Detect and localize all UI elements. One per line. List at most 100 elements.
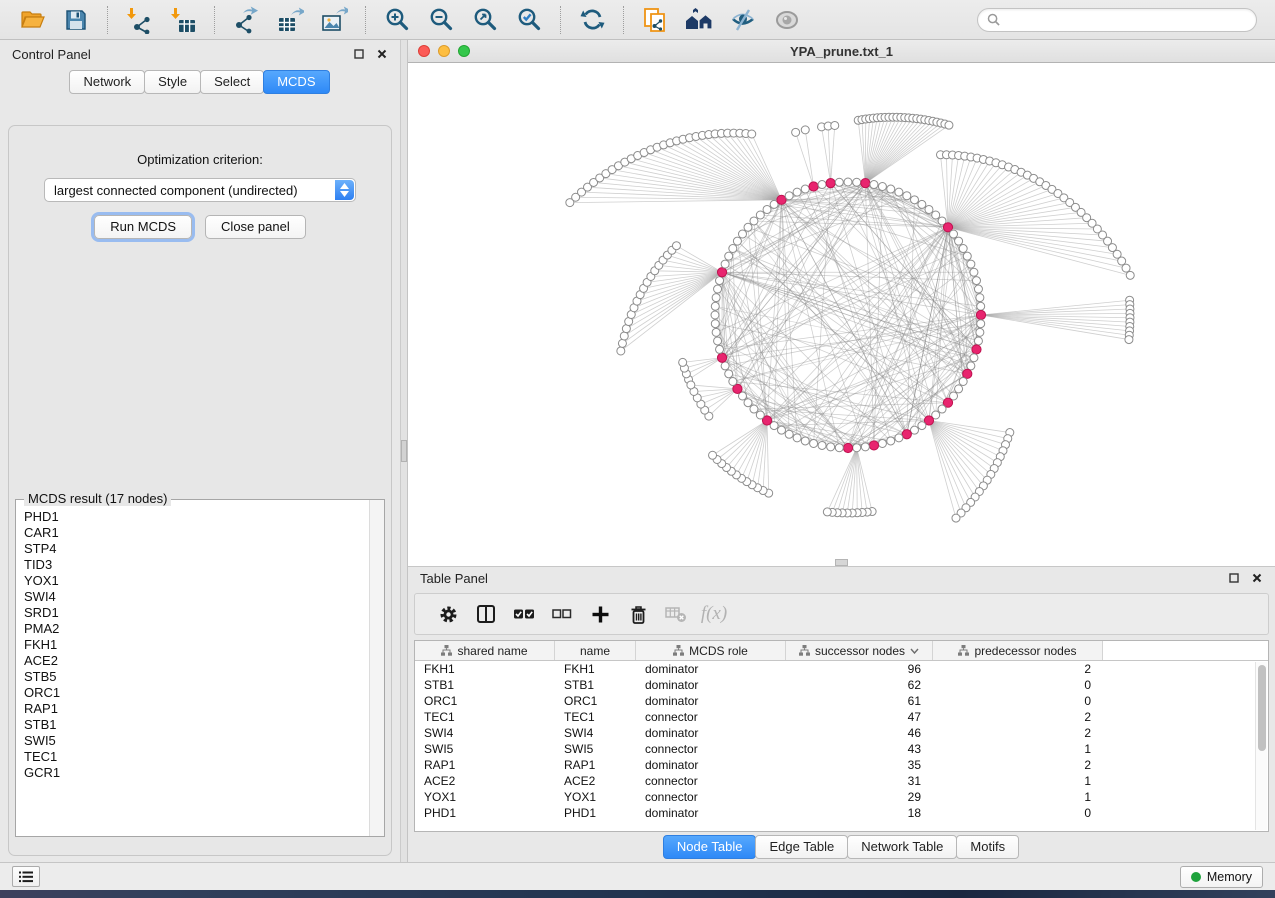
mcds-result-item[interactable]: TID3 [24, 557, 369, 573]
network-node[interactable] [801, 126, 809, 134]
table-cell[interactable]: PHD1 [555, 806, 636, 820]
table-row[interactable]: YOX1YOX1connector291 [415, 789, 1268, 805]
network-node[interactable] [679, 358, 687, 366]
network-hub-node[interactable] [963, 369, 972, 378]
close-panel-button[interactable]: Close panel [205, 215, 306, 239]
delete-column-button[interactable] [619, 597, 657, 631]
network-node[interactable] [952, 514, 960, 522]
network-node[interactable] [716, 277, 724, 285]
network-hub-node[interactable] [717, 268, 726, 277]
network-node[interactable] [959, 378, 967, 386]
table-cell[interactable]: dominator [636, 662, 786, 676]
mcds-result-item[interactable]: RAP1 [24, 701, 369, 717]
deselect-all-columns-button[interactable] [543, 597, 581, 631]
table-row[interactable]: TEC1TEC1connector472 [415, 709, 1268, 725]
network-hub-node[interactable] [826, 179, 835, 188]
network-node[interactable] [861, 443, 869, 451]
function-builder-button[interactable]: f(x) [695, 597, 733, 631]
network-node[interactable] [785, 192, 793, 200]
network-node[interactable] [844, 178, 852, 186]
network-node[interactable] [711, 302, 719, 310]
column-header-name[interactable]: name [555, 641, 636, 660]
tab-node-table[interactable]: Node Table [663, 835, 757, 859]
table-cell[interactable]: SWI4 [415, 726, 555, 740]
network-node[interactable] [918, 200, 926, 208]
table-cell[interactable]: 2 [933, 662, 1103, 676]
network-node[interactable] [925, 205, 933, 213]
network-node[interactable] [748, 130, 756, 138]
network-node[interactable] [818, 181, 826, 189]
mcds-result-item[interactable]: ACE2 [24, 653, 369, 669]
table-row[interactable]: PHD1PHD1dominator180 [415, 805, 1268, 821]
show-all-button[interactable] [682, 4, 716, 36]
vertical-splitter[interactable] [400, 40, 408, 862]
table-scrollbar[interactable] [1255, 662, 1267, 830]
tab-edge-table[interactable]: Edge Table [755, 835, 848, 859]
network-node[interactable] [721, 362, 729, 370]
network-node[interactable] [938, 405, 946, 413]
table-cell[interactable]: SWI5 [555, 742, 636, 756]
network-node[interactable] [810, 439, 818, 447]
hide-selected-button[interactable] [726, 4, 760, 36]
network-node[interactable] [1126, 271, 1134, 279]
run-mcds-button[interactable]: Run MCDS [94, 215, 192, 239]
network-node[interactable] [970, 268, 978, 276]
network-node[interactable] [801, 437, 809, 445]
table-cell[interactable]: 18 [786, 806, 933, 820]
table-row[interactable]: SWI4SWI4dominator462 [415, 725, 1268, 741]
import-network-button[interactable] [122, 4, 156, 36]
network-node[interactable] [793, 434, 801, 442]
network-node[interactable] [976, 294, 984, 302]
close-window-button[interactable] [418, 45, 430, 57]
network-node[interactable] [763, 205, 771, 213]
network-node[interactable] [974, 337, 982, 345]
table-cell[interactable]: ACE2 [555, 774, 636, 788]
table-cell[interactable]: TEC1 [555, 710, 636, 724]
network-hub-node[interactable] [861, 179, 870, 188]
refresh-button[interactable] [575, 4, 609, 36]
table-cell[interactable]: 46 [786, 726, 933, 740]
column-header-mcds-role[interactable]: MCDS role [636, 641, 786, 660]
network-node[interactable] [750, 217, 758, 225]
network-hub-node[interactable] [869, 441, 878, 450]
network-node[interactable] [827, 443, 835, 451]
table-cell[interactable]: RAP1 [415, 758, 555, 772]
network-node[interactable] [878, 183, 886, 191]
mcds-result-item[interactable]: PHD1 [24, 509, 369, 525]
table-row[interactable]: SWI5SWI5connector431 [415, 741, 1268, 757]
memory-button[interactable]: Memory [1180, 866, 1263, 888]
tab-network-table[interactable]: Network Table [847, 835, 957, 859]
network-hub-node[interactable] [902, 430, 911, 439]
network-node[interactable] [818, 441, 826, 449]
network-node[interactable] [870, 181, 878, 189]
network-node[interactable] [972, 277, 980, 285]
show-columns-button[interactable] [467, 597, 505, 631]
network-node[interactable] [714, 285, 722, 293]
search-input[interactable] [1006, 13, 1247, 27]
table-cell[interactable]: 2 [933, 758, 1103, 772]
close-panel-icon[interactable] [376, 48, 388, 60]
table-cell[interactable]: YOX1 [555, 790, 636, 804]
mcds-result-item[interactable]: GCR1 [24, 765, 369, 781]
horizontal-splitter-grip[interactable] [835, 559, 848, 566]
task-history-button[interactable] [12, 866, 40, 887]
network-node[interactable] [687, 381, 695, 389]
table-cell[interactable]: dominator [636, 806, 786, 820]
table-cell[interactable]: 1 [933, 742, 1103, 756]
table-cell[interactable]: connector [636, 774, 786, 788]
table-cell[interactable]: dominator [636, 694, 786, 708]
table-cell[interactable]: connector [636, 742, 786, 756]
network-node[interactable] [785, 430, 793, 438]
table-cell[interactable]: 43 [786, 742, 933, 756]
network-node[interactable] [733, 237, 741, 245]
network-node[interactable] [974, 285, 982, 293]
import-table-button[interactable] [166, 4, 200, 36]
table-cell[interactable]: 0 [933, 694, 1103, 708]
network-hub-node[interactable] [976, 310, 985, 319]
table-cell[interactable]: YOX1 [415, 790, 555, 804]
table-cell[interactable]: 96 [786, 662, 933, 676]
table-cell[interactable]: 0 [933, 806, 1103, 820]
show-selected-button[interactable] [770, 4, 804, 36]
column-header-predecessor-nodes[interactable]: predecessor nodes [933, 641, 1103, 660]
network-node[interactable] [835, 178, 843, 186]
